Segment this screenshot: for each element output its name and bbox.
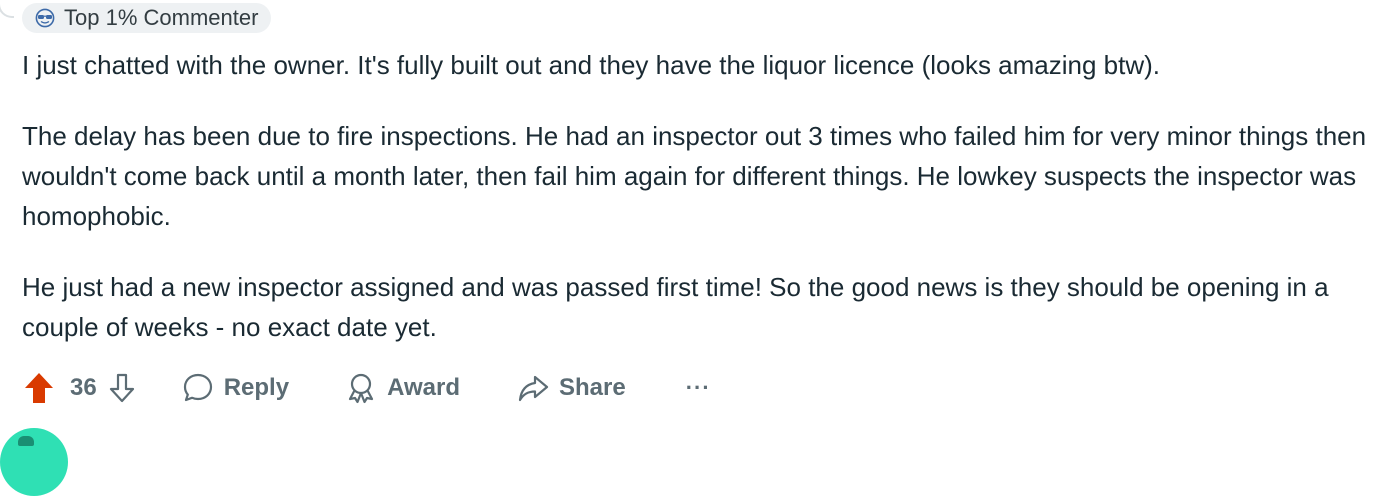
vote-count: 36 (70, 374, 97, 401)
reply-label: Reply (223, 374, 290, 401)
more-options-icon: ··· (685, 375, 711, 400)
share-button[interactable]: Share (517, 372, 626, 404)
award-ribbon-icon (345, 372, 377, 404)
vote-group: 36 (22, 370, 137, 406)
comment-paragraph-1: I just chatted with the owner. It's full… (22, 50, 1161, 80)
downvote-arrow-icon[interactable] (107, 370, 137, 406)
share-arrow-icon (517, 372, 549, 404)
sunglasses-icon (34, 7, 56, 29)
speech-bubble-icon (182, 372, 214, 404)
comment-action-bar: 36 Reply Award Share ··· (22, 366, 711, 410)
reply-button[interactable]: Reply (182, 372, 289, 404)
badge-label: Top 1% Commenter (64, 5, 259, 30)
share-label: Share (558, 374, 626, 401)
upvote-arrow-icon[interactable] (22, 370, 56, 406)
avatar-detail (18, 436, 34, 446)
more-options-button[interactable]: ··· (686, 373, 711, 403)
comment-paragraph-2: The delay has been due to fire inspectio… (22, 121, 1367, 231)
award-label: Award (387, 374, 460, 401)
comment-paragraph-3: He just had a new inspector assigned and… (22, 272, 1329, 342)
thread-connector-line (0, 0, 14, 18)
award-button[interactable]: Award (345, 372, 460, 404)
top-commenter-badge: Top 1% Commenter (22, 3, 272, 33)
comment-body: I just chatted with the owner. It's full… (22, 45, 1377, 347)
next-comment-avatar[interactable] (0, 428, 68, 496)
